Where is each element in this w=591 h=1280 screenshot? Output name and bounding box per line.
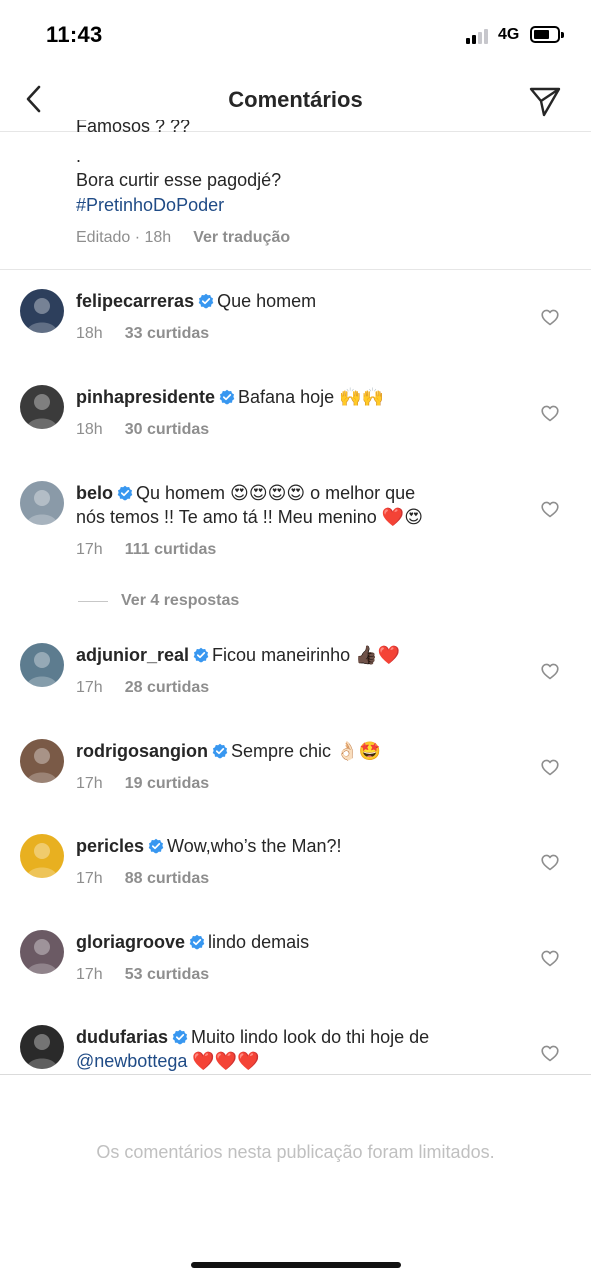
comment-likes[interactable]: 30 curtidas — [125, 421, 209, 438]
verified-badge-icon — [172, 1029, 188, 1045]
verified-badge-icon — [212, 743, 228, 759]
avatar[interactable] — [20, 289, 64, 333]
comment-username[interactable]: belo — [76, 483, 113, 503]
comment-age: 17h — [76, 775, 103, 792]
avatar[interactable] — [20, 834, 64, 878]
comment-username[interactable]: pericles — [76, 836, 144, 856]
caption-edited: Editado · 18h — [76, 229, 172, 246]
comment-meta: 18h 33 curtidas — [76, 325, 209, 343]
comment-likes[interactable]: 19 curtidas — [125, 775, 209, 792]
comment-message: Ficou maneirinho 👍🏿❤️ — [212, 645, 400, 665]
comment-age: 17h — [76, 870, 103, 887]
comment-likes[interactable]: 28 curtidas — [125, 679, 209, 696]
caption-meta: Editado · 18h Ver tradução — [76, 229, 290, 247]
view-replies-label[interactable]: Ver 4 respostas — [121, 592, 239, 610]
caption-dot: . — [76, 146, 82, 166]
comment-meta: 17h 28 curtidas — [76, 679, 209, 697]
send-direct-icon[interactable] — [528, 84, 562, 118]
replies-line — [78, 601, 108, 602]
comment-message-cont: ❤️❤️❤️ — [187, 1051, 260, 1071]
comment-message: Que homem — [217, 291, 317, 311]
comment-message: Bafana hoje 🙌🙌 — [238, 387, 384, 407]
comment-age: 17h — [76, 541, 103, 558]
comment-text: dudufarias Muito lindo look do thi hoje d… — [76, 1025, 516, 1073]
comment-text: adjunior_real Ficou maneirinho 👍🏿❤️ — [76, 643, 516, 667]
avatar[interactable] — [20, 930, 64, 974]
comment-meta: 17h 53 curtidas — [76, 966, 209, 984]
verified-badge-icon — [193, 647, 209, 663]
caption-hashtag[interactable]: #PretinhoDoPoder — [76, 195, 224, 216]
comment-username[interactable]: adjunior_real — [76, 645, 189, 665]
comment-likes[interactable]: 53 curtidas — [125, 966, 209, 983]
comment-username[interactable]: rodrigosangion — [76, 741, 208, 761]
comment-text: gloriagroove lindo demais — [76, 930, 516, 954]
comment-age: 17h — [76, 679, 103, 696]
like-heart-icon[interactable] — [541, 501, 559, 518]
comment-meta: 18h 30 curtidas — [76, 421, 209, 439]
like-heart-icon[interactable] — [541, 405, 559, 422]
home-indicator[interactable] — [191, 1262, 401, 1268]
comment-meta: 17h 88 curtidas — [76, 870, 209, 888]
avatar[interactable] — [20, 739, 64, 783]
page-title: Comentários — [228, 87, 363, 112]
verified-badge-icon — [189, 934, 205, 950]
like-heart-icon[interactable] — [541, 950, 559, 967]
verified-badge-icon — [148, 838, 164, 854]
comment-message: Qu homem 😍😍😍😍 o melhor que — [136, 483, 416, 503]
caption-text: Bora curtir esse pagodjé? — [76, 170, 282, 190]
comment-text: felipecarreras Que homem — [76, 289, 516, 313]
battery-icon — [530, 26, 564, 43]
caption-clipped-line: Famosos ? ?? — [76, 120, 191, 134]
comment-text: pericles Wow,who’s the Man?! — [76, 834, 516, 858]
comment-mention[interactable]: @newbottega — [76, 1051, 187, 1071]
comment-text: pinhapresidente Bafana hoje 🙌🙌 — [76, 385, 516, 409]
verified-badge-icon — [219, 389, 235, 405]
comment-message: Muito lindo look do thi hoje de — [191, 1027, 430, 1047]
like-heart-icon[interactable] — [541, 759, 559, 776]
comment-username[interactable]: dudufarias — [76, 1027, 168, 1047]
network-label: 4G — [498, 26, 520, 43]
avatar[interactable] — [20, 385, 64, 429]
avatar[interactable] — [20, 1025, 64, 1069]
comment-age: 18h — [76, 421, 103, 438]
comment-likes[interactable]: 88 curtidas — [125, 870, 209, 887]
comment-likes[interactable]: 33 curtidas — [125, 325, 209, 342]
comment-meta: 17h 19 curtidas — [76, 775, 209, 793]
divider — [0, 269, 591, 270]
translate-link[interactable]: Ver tradução — [193, 229, 290, 246]
comment-username[interactable]: felipecarreras — [76, 291, 194, 311]
signal-icon — [466, 28, 492, 44]
like-heart-icon[interactable] — [541, 663, 559, 680]
comment-text: rodrigosangion Sempre chic 👌🏻🤩 — [76, 739, 516, 763]
like-heart-icon[interactable] — [541, 309, 559, 326]
comment-likes[interactable]: 111 curtidas — [125, 541, 217, 558]
comment-age: 17h — [76, 966, 103, 983]
comment-meta: 17h 111 curtidas — [76, 541, 216, 559]
avatar[interactable] — [20, 643, 64, 687]
verified-badge-icon — [198, 293, 214, 309]
status-time: 11:43 — [46, 22, 103, 47]
comment-message: Wow,who’s the Man?! — [167, 836, 342, 856]
status-bar: 11:43 4G — [0, 0, 591, 70]
comment-username[interactable]: pinhapresidente — [76, 387, 215, 407]
comment-message: lindo demais — [208, 932, 310, 952]
comment-text: belo Qu homem 😍😍😍😍 o melhor que nós temos … — [76, 481, 516, 529]
comments-limited-notice: Os comentários nesta publicação foram li… — [96, 1142, 495, 1162]
comment-message: Sempre chic 👌🏻🤩 — [231, 741, 381, 761]
divider — [0, 1074, 591, 1075]
like-heart-icon[interactable] — [541, 854, 559, 871]
comment-username[interactable]: gloriagroove — [76, 932, 185, 952]
verified-badge-icon — [117, 485, 133, 501]
comment-age: 18h — [76, 325, 103, 342]
like-heart-icon[interactable] — [541, 1045, 559, 1062]
comment-message-cont: nós temos !! Te amo tá !! Meu menino ❤️😍 — [76, 507, 423, 527]
avatar[interactable] — [20, 481, 64, 525]
